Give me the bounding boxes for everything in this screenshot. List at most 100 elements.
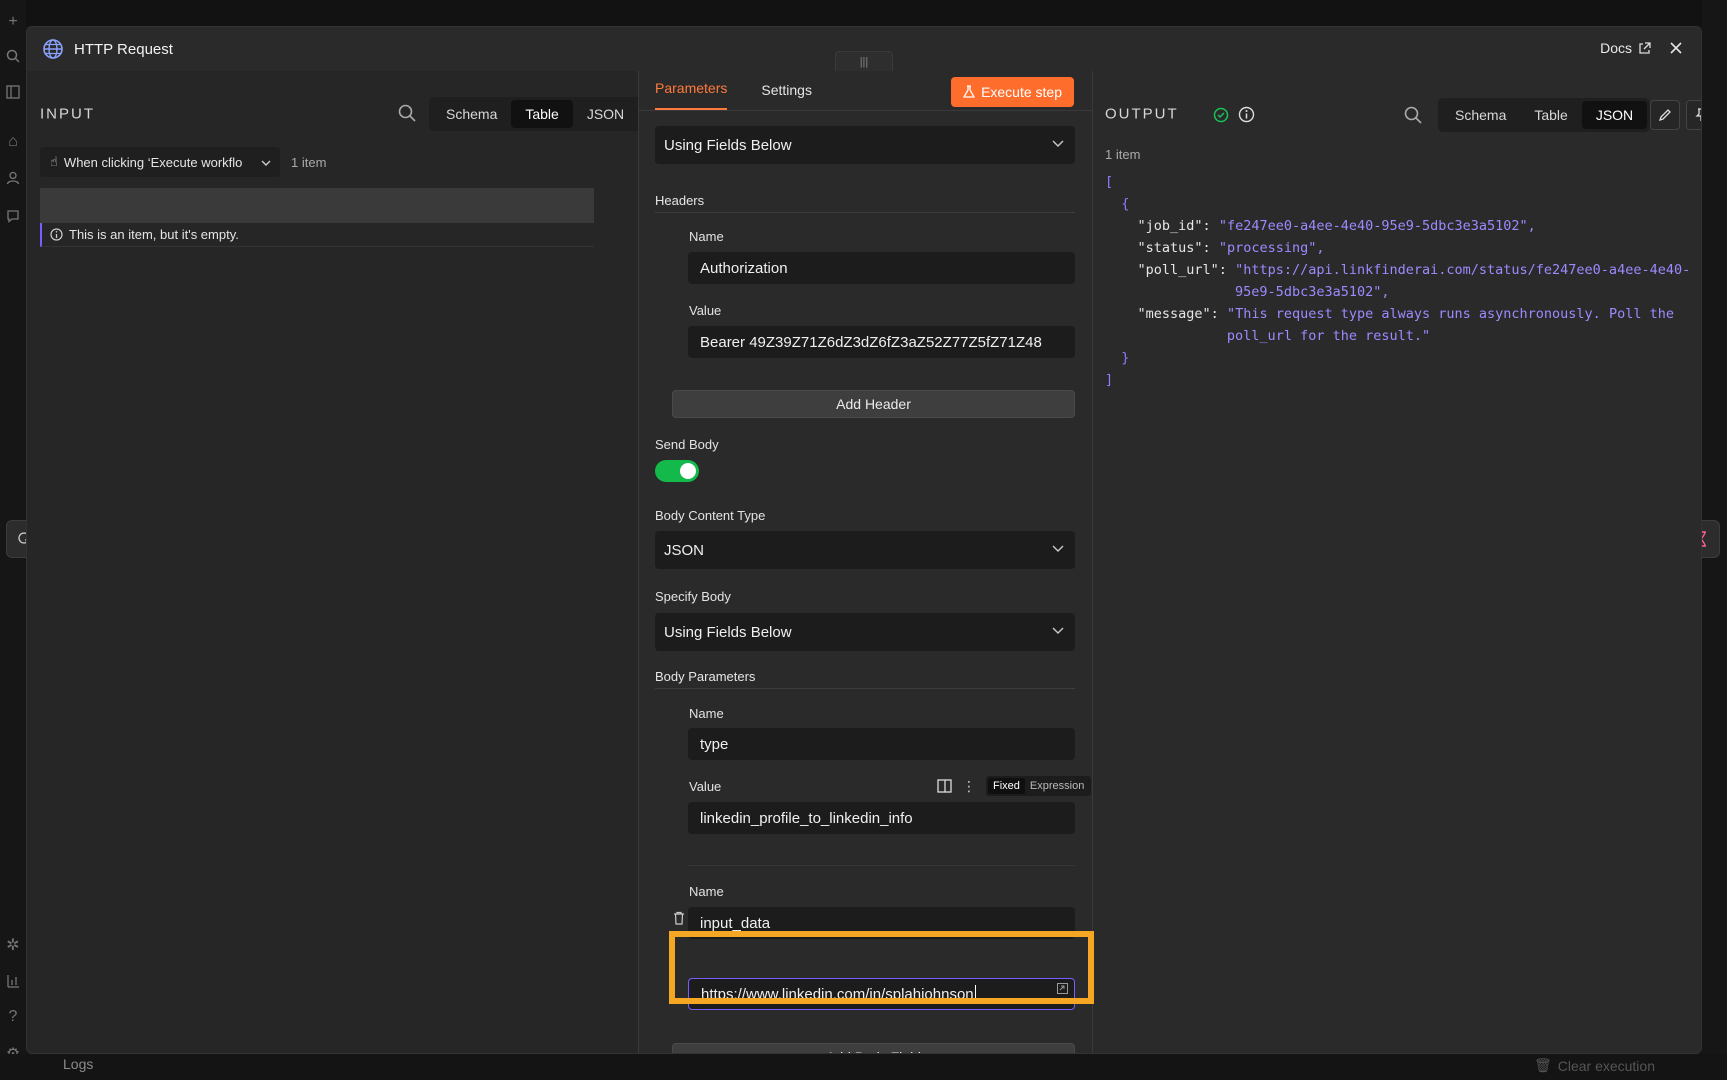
chat-icon[interactable] xyxy=(3,206,23,226)
input-view-schema[interactable]: Schema xyxy=(432,100,511,128)
json-key-status: "status": xyxy=(1137,240,1211,256)
expression-option[interactable]: Expression xyxy=(1025,778,1089,794)
empty-item-message: This is an item, but it's empty. xyxy=(69,227,239,242)
delete-icon[interactable] xyxy=(673,911,685,925)
output-panel: OUTPUT Schema Table JSON 1 item [ { "job… xyxy=(1093,71,1701,1053)
fixed-expression-toggle[interactable]: Fixed Expression xyxy=(986,776,1092,796)
execute-step-label: Execute step xyxy=(981,84,1062,100)
info-icon[interactable] xyxy=(1238,106,1255,123)
output-view-table[interactable]: Table xyxy=(1520,101,1581,129)
clear-execution-button[interactable]: 🗑 Clear execution xyxy=(1534,1057,1655,1074)
output-view-schema[interactable]: Schema xyxy=(1441,101,1520,129)
tab-parameters[interactable]: Parameters xyxy=(655,80,728,110)
body-param1-name-label: Name xyxy=(689,706,724,721)
edit-output-button[interactable] xyxy=(1650,100,1680,130)
execute-step-button[interactable]: Execute step xyxy=(951,77,1074,107)
json-val-message-cont: poll_url for the result." xyxy=(1226,328,1431,344)
body-param1-value-label: Value xyxy=(689,779,722,794)
body-param2-name-label: Name xyxy=(689,884,724,899)
body-param1-name-input[interactable]: type xyxy=(688,728,1075,760)
body-content-type-select[interactable]: JSON xyxy=(655,531,1075,569)
specify-body-select[interactable]: Using Fields Below xyxy=(655,613,1075,651)
modal-title: HTTP Request xyxy=(74,40,173,58)
output-view-json[interactable]: JSON xyxy=(1581,101,1648,129)
specify-headers-select[interactable]: Using Fields Below xyxy=(655,126,1075,164)
chevron-down-icon xyxy=(1052,545,1064,552)
json-key-message: "message": xyxy=(1137,306,1219,322)
info-icon xyxy=(50,228,63,241)
output-item-count: 1 item xyxy=(1105,147,1141,162)
cursor-icon: ☝ xyxy=(50,154,58,169)
header-name-input[interactable]: Authorization xyxy=(688,252,1075,284)
chevron-down-icon xyxy=(261,160,271,166)
input-item-count: 1 item xyxy=(291,155,327,170)
docs-label: Docs xyxy=(1600,40,1632,56)
header-value-input[interactable]: Bearer 49Z39Z71Z6dZ3dZ6fZ3aZ52Z77Z5fZ71Z… xyxy=(688,326,1075,358)
plus-icon[interactable]: + xyxy=(3,12,23,32)
home-icon[interactable]: ⌂ xyxy=(3,132,23,152)
json-open-bracket: [ xyxy=(1105,174,1114,190)
json-val-job-id: "fe247ee0-a4ee-4e40-95e9-5dbc3e3a5102", xyxy=(1218,218,1536,234)
more-options-icon[interactable]: ⋮ xyxy=(962,778,976,795)
logs-label[interactable]: Logs xyxy=(63,1056,93,1072)
search-icon[interactable] xyxy=(3,46,23,66)
specify-body-label: Specify Body xyxy=(655,589,731,604)
add-body-field-button[interactable]: Add Body Field xyxy=(672,1043,1075,1053)
json-val-poll-url: "https://api.linkfinderai.com/status/fe2… xyxy=(1235,262,1691,278)
trigger-node-select[interactable]: ☝ When clicking ‘Execute workflo xyxy=(40,147,280,177)
toggle-knob xyxy=(680,463,696,479)
json-val-status: "processing", xyxy=(1218,240,1325,256)
flask-icon xyxy=(963,85,976,98)
templates-icon[interactable]: ✲ xyxy=(3,935,23,955)
split-view-icon[interactable] xyxy=(937,779,952,793)
add-header-button[interactable]: Add Header xyxy=(672,390,1075,418)
tab-settings[interactable]: Settings xyxy=(761,82,812,110)
text-cursor xyxy=(974,985,976,1003)
docs-link[interactable]: Docs xyxy=(1600,40,1651,56)
user-icon[interactable] xyxy=(3,168,23,188)
panel-icon[interactable] xyxy=(3,82,23,102)
value-tools: ⋮ Fixed Expression xyxy=(937,776,1092,796)
body-content-type-label: Body Content Type xyxy=(655,508,766,523)
json-open-brace: { xyxy=(1121,196,1130,212)
output-view-toggle: Schema Table JSON xyxy=(1438,98,1651,132)
drag-handle[interactable]: ||| xyxy=(835,51,893,73)
json-val-poll-url-cont: 95e9-5dbc3e3a5102", xyxy=(1235,284,1390,300)
pencil-icon xyxy=(1658,109,1671,122)
json-close-bracket: ] xyxy=(1105,372,1114,388)
trigger-select-label: When clicking ‘Execute workflo xyxy=(63,154,243,170)
header-value-label: Value xyxy=(689,303,722,318)
input-search-icon[interactable] xyxy=(397,103,417,123)
output-search-icon[interactable] xyxy=(1403,105,1423,125)
help-icon[interactable]: ? xyxy=(3,1007,23,1027)
external-link-icon xyxy=(1639,41,1651,54)
json-key-job-id: "job_id": xyxy=(1137,218,1211,234)
insights-icon[interactable] xyxy=(3,971,23,991)
parameters-panel: Parameters Settings Execute step Using F… xyxy=(638,71,1093,1053)
node-modal: HTTP Request Docs ||| INPUT Schema Table… xyxy=(26,26,1702,1054)
body-param1-value-input[interactable]: linkedin_profile_to_linkedin_info xyxy=(688,802,1075,834)
fixed-option[interactable]: Fixed xyxy=(988,778,1025,794)
table-header xyxy=(40,188,594,223)
body-param2-value-input[interactable]: https://www.linkedin.com/in/splahjohnson xyxy=(688,978,1075,1010)
json-output: [ { "job_id": "fe247ee0-a4ee-4e40-95e9-5… xyxy=(1105,171,1690,391)
specify-headers-value: Using Fields Below xyxy=(664,136,792,154)
close-button[interactable] xyxy=(1665,37,1687,59)
body-content-type-value: JSON xyxy=(664,541,705,559)
chevron-down-icon xyxy=(1052,627,1064,634)
body-param2-name-input[interactable]: input_data xyxy=(688,907,1075,939)
json-key-poll-url: "poll_url": xyxy=(1137,262,1227,278)
send-body-toggle[interactable] xyxy=(655,460,699,482)
pin-output-button[interactable] xyxy=(1686,100,1701,130)
chevron-down-icon xyxy=(1052,140,1064,147)
output-label: OUTPUT xyxy=(1105,105,1179,123)
empty-item-row: This is an item, but it's empty. xyxy=(40,223,594,247)
trash-icon: 🗑 xyxy=(1533,1057,1552,1073)
input-view-json[interactable]: JSON xyxy=(573,100,638,128)
input-view-table[interactable]: Table xyxy=(511,100,573,128)
close-icon xyxy=(1670,42,1682,54)
clear-execution-label: Clear execution xyxy=(1557,1057,1655,1074)
expand-icon[interactable] xyxy=(1057,983,1068,994)
input-label: INPUT xyxy=(40,105,95,123)
send-body-label: Send Body xyxy=(655,437,719,452)
